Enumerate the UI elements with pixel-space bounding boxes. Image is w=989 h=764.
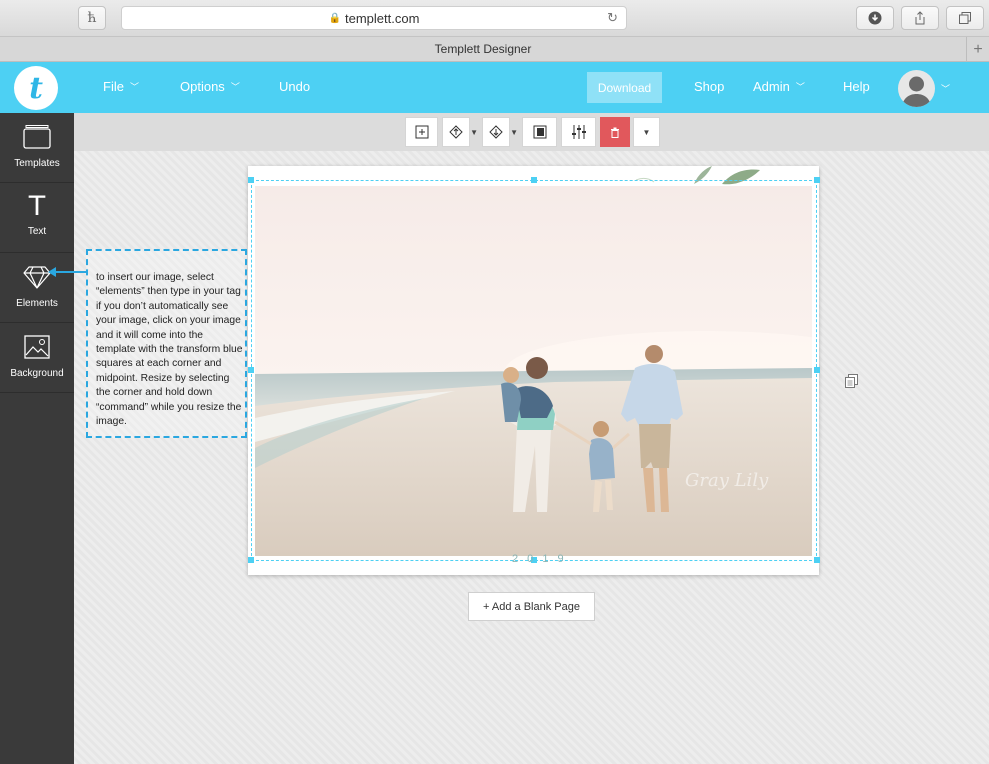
sliders-icon xyxy=(571,125,586,139)
sidebar-item-label: Elements xyxy=(16,298,58,309)
browser-toolbar: ћ 🔒 templett.com ↻ xyxy=(0,0,989,37)
menu-file[interactable]: File ﹀ xyxy=(103,79,139,94)
selection-frame[interactable] xyxy=(251,180,817,561)
chevron-down-icon: ﹀ xyxy=(129,82,139,92)
add-page-tool-button[interactable] xyxy=(405,117,438,147)
page-number-text: 2 0 1 9 xyxy=(512,553,567,565)
spot-color-button[interactable] xyxy=(522,117,557,147)
menu-undo-label: Undo xyxy=(279,79,311,94)
transform-handle[interactable] xyxy=(814,367,820,373)
templates-icon xyxy=(0,125,74,149)
caret-down-icon[interactable]: ▼ xyxy=(510,128,518,137)
menu-admin[interactable]: Admin ﹀ xyxy=(753,79,805,94)
text-glyph: T xyxy=(28,191,46,222)
reload-icon[interactable]: ↻ xyxy=(607,10,618,26)
templett-logo[interactable]: t xyxy=(14,66,58,110)
app-navbar: t File ﹀ Options ﹀ Undo Download Shop Ad… xyxy=(0,62,989,113)
sidebar-item-text[interactable]: T Text xyxy=(0,183,74,253)
caret-down-icon[interactable]: ▼ xyxy=(470,128,478,137)
send-backward-button[interactable]: ▼ xyxy=(482,117,518,147)
image-icon xyxy=(0,335,74,359)
sidebar-item-label: Background xyxy=(10,368,64,379)
new-tab-button[interactable]: + xyxy=(966,37,989,62)
menu-admin-label: Admin xyxy=(753,79,790,94)
hand-icon: ћ xyxy=(87,10,97,26)
transform-handle[interactable] xyxy=(531,177,537,183)
tabs-button[interactable] xyxy=(946,6,984,30)
layer-down-icon xyxy=(489,125,503,139)
bring-forward-button[interactable]: ▼ xyxy=(442,117,478,147)
download-icon xyxy=(868,11,882,25)
share-icon xyxy=(915,11,925,25)
spot-color-icon xyxy=(533,125,546,139)
tabs-icon xyxy=(959,12,971,24)
caret-down-icon: ▼ xyxy=(642,127,651,137)
left-sidebar: Templates T Text Elements Background xyxy=(0,113,74,764)
sidebar-item-templates[interactable]: Templates xyxy=(0,113,74,183)
downloads-button[interactable] xyxy=(856,6,894,30)
url-bar[interactable]: 🔒 templett.com ↻ xyxy=(121,6,627,30)
sidebar-item-label: Templates xyxy=(14,158,60,169)
chevron-down-icon: ﹀ xyxy=(795,82,805,92)
menu-undo[interactable]: Undo xyxy=(279,79,310,94)
text-icon: T xyxy=(0,191,74,222)
menu-file-label: File xyxy=(103,79,124,94)
instruction-callout: to insert our image, select “elements” t… xyxy=(86,249,247,438)
sidebar-item-background[interactable]: Background xyxy=(0,323,74,393)
tab-bar: Templett Designer + xyxy=(0,37,989,62)
menu-shop-label: Shop xyxy=(694,79,725,94)
transform-handle[interactable] xyxy=(248,557,254,563)
more-options-button[interactable]: ▼ xyxy=(633,117,660,147)
duplicate-page-icon[interactable] xyxy=(845,374,858,393)
layer-up-icon xyxy=(449,125,463,139)
url-text: templett.com xyxy=(345,10,420,26)
menu-options-label: Options xyxy=(180,79,225,94)
chevron-down-icon[interactable]: ﹀ xyxy=(941,82,950,95)
sidebar-item-label: Text xyxy=(27,226,47,237)
lock-icon: 🔒 xyxy=(328,12,342,24)
delete-button[interactable] xyxy=(600,117,630,147)
user-silhouette-icon xyxy=(902,76,931,107)
tab-title[interactable]: Templett Designer xyxy=(0,42,966,56)
trash-icon xyxy=(611,127,619,138)
menu-options[interactable]: Options ﹀ xyxy=(180,79,240,94)
sidebar-item-elements[interactable]: Elements xyxy=(0,253,74,323)
menu-help[interactable]: Help xyxy=(843,79,870,94)
menu-help-label: Help xyxy=(843,79,870,94)
chevron-down-icon: ﹀ xyxy=(230,82,240,92)
history-button[interactable]: ћ xyxy=(78,6,106,30)
add-layer-icon xyxy=(415,125,428,139)
adjustments-button[interactable] xyxy=(561,117,596,147)
transform-handle[interactable] xyxy=(814,177,820,183)
menu-shop[interactable]: Shop xyxy=(694,79,724,94)
arrow-left-icon xyxy=(48,267,86,277)
transform-handle[interactable] xyxy=(814,557,820,563)
share-button[interactable] xyxy=(901,6,939,30)
add-blank-page-button[interactable]: + Add a Blank Page xyxy=(468,592,595,621)
user-avatar[interactable] xyxy=(898,70,935,107)
download-button[interactable]: Download xyxy=(587,72,662,103)
transform-handle[interactable] xyxy=(248,367,254,373)
transform-handle[interactable] xyxy=(248,177,254,183)
